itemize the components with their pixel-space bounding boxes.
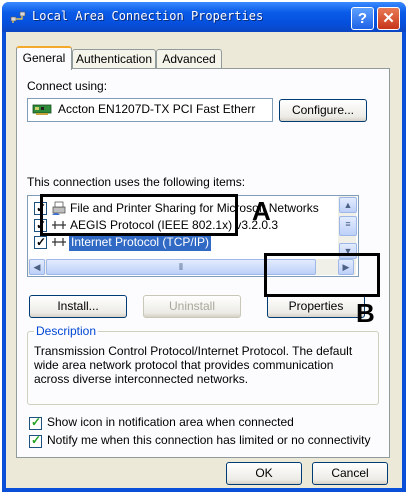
title-bar[interactable]: Local Area Connection Properties ? ✕ — [2, 2, 406, 32]
grip-icon: ⦀ — [179, 262, 183, 272]
dialog-window: Local Area Connection Properties ? ✕ Gen… — [2, 2, 406, 492]
description-legend: Description — [34, 324, 99, 338]
help-button[interactable]: ? — [351, 7, 374, 30]
cancel-label: Cancel — [331, 466, 369, 480]
close-button[interactable]: ✕ — [377, 7, 400, 30]
items-label: This connection uses the following items… — [27, 175, 246, 189]
arrow-left-icon: ◀ — [33, 262, 41, 272]
window-title: Local Area Connection Properties — [32, 9, 264, 23]
annotation-box-b — [264, 253, 380, 297]
scroll-thumb[interactable]: ≡ — [339, 216, 357, 236]
connect-using-label: Connect using: — [27, 79, 108, 93]
scroll-left-button[interactable]: ◀ — [29, 259, 45, 275]
tab-authentication[interactable]: Authentication — [72, 49, 156, 68]
ok-button[interactable]: OK — [226, 462, 302, 485]
notify-label[interactable]: Notify me when this connection has limit… — [47, 433, 371, 447]
uninstall-button[interactable]: Uninstall — [143, 295, 241, 318]
check-icon: ✓ — [36, 235, 47, 249]
tab-general[interactable]: General — [16, 46, 72, 70]
check-icon: ✓ — [31, 433, 42, 447]
network-adapter-icon — [32, 104, 52, 115]
list-item-selected[interactable]: ✓ Internet Protocol (TCP/IP) — [28, 234, 338, 251]
network-connection-icon — [10, 11, 26, 23]
network-protocol-icon — [52, 238, 66, 246]
description-group: Description Transmission Control Protoco… — [27, 324, 379, 405]
show-icon-checkbox[interactable]: ✓ — [29, 415, 42, 430]
description-text: Transmission Control Protocol/Internet P… — [34, 344, 353, 386]
notify-checkbox[interactable]: ✓ — [29, 433, 42, 448]
properties-label: Properties — [288, 299, 344, 313]
check-icon: ✓ — [31, 415, 42, 429]
scroll-up-button[interactable]: ▲ — [339, 197, 357, 213]
annotation-box-a — [40, 194, 238, 236]
adapter-name: Accton EN1207D-TX PCI Fast Etherr — [58, 102, 256, 116]
close-icon: ✕ — [382, 10, 395, 27]
adapter-field: Accton EN1207D-TX PCI Fast Etherr — [27, 98, 273, 122]
vertical-scrollbar[interactable]: ▲ ≡ ▼ — [338, 196, 357, 260]
tab-advanced[interactable]: Advanced — [156, 49, 222, 68]
help-icon: ? — [357, 10, 368, 27]
uninstall-label: Uninstall — [168, 299, 216, 313]
grip-icon: ≡ — [345, 219, 351, 229]
install-button[interactable]: Install... — [29, 295, 127, 318]
cancel-button[interactable]: Cancel — [312, 462, 388, 485]
properties-button[interactable]: Properties — [267, 295, 365, 318]
annotation-label-b: B — [356, 298, 375, 328]
show-icon-label[interactable]: Show icon in notification area when conn… — [47, 415, 294, 429]
item-label: Internet Protocol (TCP/IP) — [69, 234, 212, 251]
configure-label-text: Configure... — [291, 103, 355, 117]
annotation-label-a: A — [252, 196, 271, 226]
item-checkbox[interactable]: ✓ — [34, 235, 47, 249]
install-label: Install... — [57, 299, 99, 313]
configure-button[interactable]: Configure... — [279, 99, 367, 122]
arrow-up-icon: ▲ — [343, 200, 353, 210]
ok-label: OK — [255, 466, 273, 480]
